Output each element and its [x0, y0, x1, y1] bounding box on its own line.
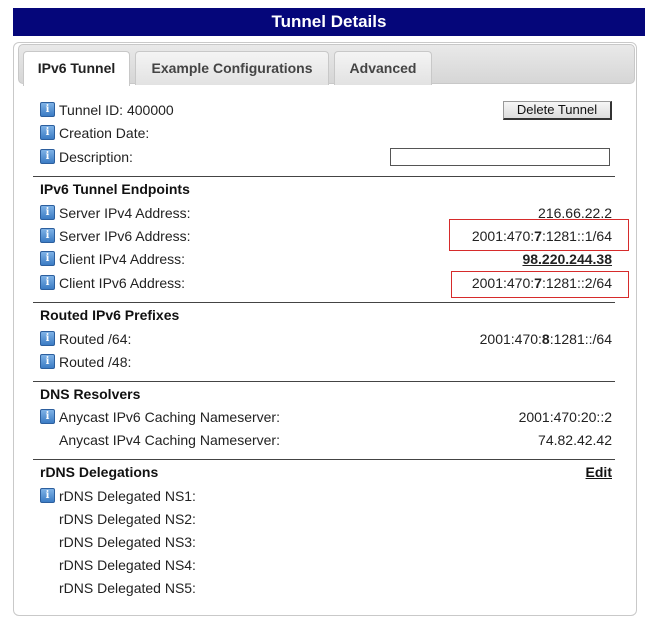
divider — [33, 381, 615, 382]
info-icon[interactable]: i — [40, 228, 55, 243]
client-ipv6-label: Client IPv6 Address: — [59, 275, 186, 291]
description-label: Description: — [59, 149, 133, 165]
client-ipv6-value: 2001:470:7:1281::2/64 — [471, 275, 612, 291]
row-client-ipv4: i Client IPv4 Address: 98.220.244.38 — [40, 250, 612, 270]
anycast-ipv4-value: 74.82.42.42 — [538, 432, 612, 448]
row-rdns-ns5: rDNS Delegated NS5: — [40, 579, 612, 599]
anycast-ipv6-value: 2001:470:20::2 — [518, 409, 612, 425]
creation-date-label: Creation Date: — [59, 125, 150, 141]
rdns-ns1-label: rDNS Delegated NS1: — [59, 488, 196, 504]
routed-64-label: Routed /64: — [59, 331, 132, 347]
tab-ipv6-tunnel[interactable]: IPv6 Tunnel — [23, 51, 130, 86]
row-server-ipv6: i Server IPv6 Address: 2001:470:7:1281::… — [40, 227, 612, 247]
edit-rdns-link[interactable]: Edit — [586, 464, 612, 480]
description-input[interactable] — [390, 148, 610, 166]
row-creation-date: i Creation Date: — [40, 124, 612, 144]
routed-64-value: 2001:470:8:1281::/64 — [479, 331, 612, 347]
client-ipv4-value[interactable]: 98.220.244.38 — [522, 250, 612, 268]
info-icon[interactable]: i — [40, 251, 55, 266]
divider — [33, 176, 615, 177]
row-anycast-ipv4: Anycast IPv4 Caching Nameserver: 74.82.4… — [40, 431, 612, 451]
rdns-ns2-label: rDNS Delegated NS2: — [59, 511, 196, 527]
row-rdns-ns2: rDNS Delegated NS2: — [40, 510, 612, 530]
routed-48-label: Routed /48: — [59, 354, 132, 370]
row-routed-64: i Routed /64: 2001:470:8:1281::/64 — [40, 330, 612, 350]
section-heading-dns: DNS Resolvers — [40, 386, 141, 402]
row-rdns-ns1: i rDNS Delegated NS1: — [40, 487, 612, 507]
client-ipv4-label: Client IPv4 Address: — [59, 251, 186, 267]
divider — [33, 459, 615, 460]
server-ipv6-value: 2001:470:7:1281::1/64 — [471, 228, 612, 244]
section-heading-rdns: rDNS Delegations — [40, 464, 159, 480]
row-rdns-ns3: rDNS Delegated NS3: — [40, 533, 612, 553]
server-ipv4-label: Server IPv4 Address: — [59, 205, 191, 221]
tab-example-configurations[interactable]: Example Configurations — [135, 51, 329, 85]
info-icon[interactable]: i — [40, 409, 55, 424]
tunnel-id-label: Tunnel ID: 400000 — [59, 102, 174, 118]
info-icon[interactable]: i — [40, 125, 55, 140]
tab-advanced[interactable]: Advanced — [334, 51, 432, 85]
rdns-ns4-label: rDNS Delegated NS4: — [59, 557, 196, 573]
rdns-ns5-label: rDNS Delegated NS5: — [59, 580, 196, 596]
row-routed-48: i Routed /48: — [40, 353, 612, 373]
anycast-ipv6-label: Anycast IPv6 Caching Nameserver: — [59, 409, 280, 425]
divider — [33, 302, 615, 303]
section-heading-endpoints: IPv6 Tunnel Endpoints — [40, 181, 190, 197]
row-rdns-ns4: rDNS Delegated NS4: — [40, 556, 612, 576]
rdns-ns3-label: rDNS Delegated NS3: — [59, 534, 196, 550]
window-title: Tunnel Details — [13, 8, 645, 36]
info-icon[interactable]: i — [40, 354, 55, 369]
info-icon[interactable]: i — [40, 331, 55, 346]
section-heading-prefixes: Routed IPv6 Prefixes — [40, 307, 180, 323]
info-icon[interactable]: i — [40, 102, 55, 117]
info-icon[interactable]: i — [40, 205, 55, 220]
anycast-ipv4-label: Anycast IPv4 Caching Nameserver: — [59, 432, 280, 448]
delete-tunnel-button[interactable]: Delete Tunnel — [503, 101, 612, 120]
info-icon[interactable]: i — [40, 488, 55, 503]
row-client-ipv6: i Client IPv6 Address: 2001:470:7:1281::… — [40, 274, 612, 294]
row-anycast-ipv6: i Anycast IPv6 Caching Nameserver: 2001:… — [40, 408, 612, 428]
info-icon[interactable]: i — [40, 275, 55, 290]
info-icon[interactable]: i — [40, 149, 55, 164]
server-ipv6-label: Server IPv6 Address: — [59, 228, 191, 244]
